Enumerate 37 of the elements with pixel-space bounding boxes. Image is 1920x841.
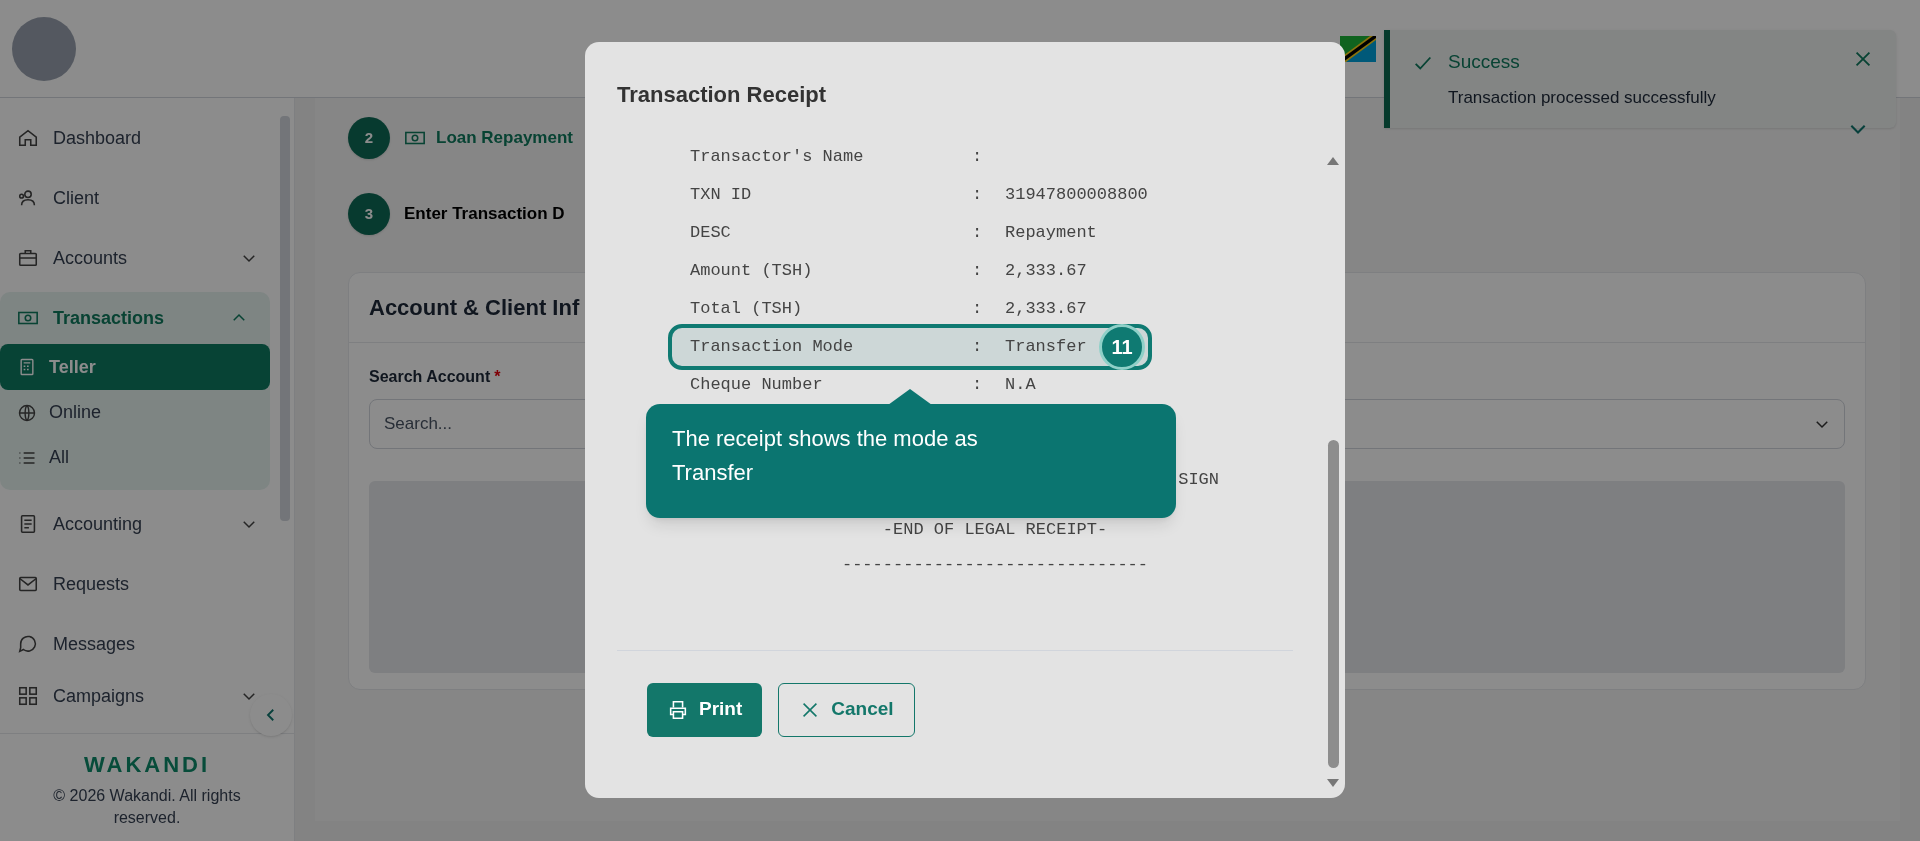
- card-title: Account & Client Inf: [369, 294, 580, 322]
- field-label: Search Account: [369, 367, 491, 387]
- receipt-value: N.A: [1005, 374, 1036, 397]
- receipt-value: Repayment: [1005, 222, 1097, 245]
- receipt-rule: ------------------------------: [841, 554, 1149, 576]
- dialog-title: Transaction Receipt: [617, 82, 827, 107]
- receipt-colon: :: [972, 298, 983, 321]
- brand-logo: WAKANDI: [83, 751, 211, 779]
- receipt-colon: :: [972, 146, 983, 169]
- receipt-colon: :: [972, 222, 983, 245]
- receipt-label: Amount (TSH): [690, 260, 813, 283]
- toast-message: Transaction processed successfully: [1448, 86, 1717, 109]
- step-number: 3: [348, 193, 390, 235]
- receipt-label: Cheque Number: [690, 374, 823, 397]
- receipt-colon: :: [972, 184, 983, 207]
- receipt-colon: :: [972, 260, 983, 283]
- step-badge: 11: [1099, 324, 1145, 370]
- receipt-label: DESC: [690, 222, 731, 245]
- receipt-value: 2,333.67: [1005, 298, 1087, 321]
- receipt-label: TXN ID: [690, 184, 752, 207]
- receipt-value: 31947800008800: [1005, 184, 1148, 207]
- receipt-label: Total (TSH): [690, 298, 803, 321]
- required-mark: *: [494, 367, 501, 387]
- step-label: Loan Repayment: [436, 127, 573, 150]
- receipt-value: Transfer: [1005, 336, 1087, 359]
- receipt-label: Transaction Mode: [690, 336, 854, 359]
- receipt-colon: :: [972, 374, 983, 397]
- receipt-label: Transactor's Name: [690, 146, 864, 169]
- step-number: 2: [348, 117, 390, 159]
- receipt-text: SIGN: [1178, 469, 1219, 491]
- tooltip-text: The receipt shows the mode as Transfer: [672, 425, 979, 487]
- receipt-value: 2,333.67: [1005, 260, 1087, 283]
- receipt-footer: -END OF LEGAL RECEIPT-: [882, 516, 1108, 542]
- copyright-text: © 2026 Wakandi. All rights reserved.: [52, 786, 242, 828]
- toast-title: Success: [1448, 50, 1521, 74]
- step-label: Enter Transaction D: [404, 203, 565, 226]
- receipt-colon: :: [972, 336, 983, 359]
